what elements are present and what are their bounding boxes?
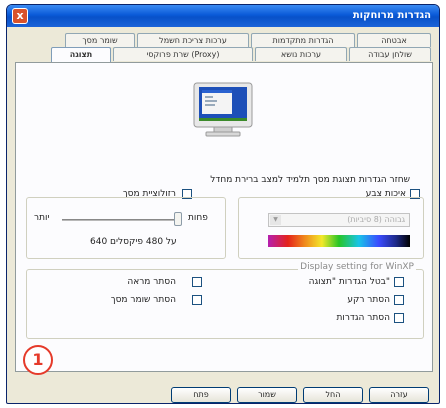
screen-resolution-group bbox=[26, 197, 226, 259]
hide-screensaver-label: הסתר שומר מסך bbox=[110, 295, 176, 305]
color-quality-select[interactable]: גבוהה (8 סיביות) ▼ bbox=[268, 213, 410, 227]
tabs-row-bottom: שולחן עבודה ערכות נושא שרת פרוקסי (Proxy… bbox=[15, 47, 431, 63]
step-annotation-badge: 1 bbox=[23, 345, 53, 375]
monitor-icon bbox=[193, 82, 253, 137]
chevron-down-icon: ▼ bbox=[270, 215, 281, 225]
winxp-settings-heading: Display setting for WinXP bbox=[298, 262, 416, 272]
close-icon[interactable]: x bbox=[12, 8, 28, 24]
hide-settings-checkbox[interactable] bbox=[394, 313, 404, 323]
resolution-slider-track[interactable] bbox=[62, 219, 182, 221]
tab-proxy-server[interactable]: שרת פרוקסי (Proxy) bbox=[113, 47, 253, 61]
apply-button[interactable]: החל bbox=[303, 387, 363, 403]
remote-settings-window: הגדרות מרוחקות x אבטחה הגדרות מתקדמות ער… bbox=[6, 4, 440, 404]
hide-background-checkbox[interactable] bbox=[394, 295, 404, 305]
open-button[interactable]: פתח bbox=[171, 387, 231, 403]
display-tab-panel: שחזר הגדרות תצוגת מסך תלמיד למצב ברירת מ… bbox=[15, 62, 433, 372]
disable-display-settings-label: בטל הגדרות "תצוגה" bbox=[308, 277, 390, 287]
hide-appearance-checkbox[interactable] bbox=[192, 277, 202, 287]
tab-desktop[interactable]: שולחן עבודה bbox=[349, 47, 431, 61]
less-label: פחות bbox=[188, 213, 208, 223]
hide-screensaver-checkbox[interactable] bbox=[192, 295, 202, 305]
color-quality-group bbox=[238, 197, 424, 259]
more-label: יותר bbox=[34, 213, 50, 223]
tab-power-schemes[interactable]: ערכות צריכת חשמל bbox=[137, 33, 249, 47]
hide-settings-label: הסתר הגדרות bbox=[336, 313, 390, 323]
hide-background-label: הסתר רקע bbox=[347, 295, 390, 305]
hide-appearance-label: הסתר מראה bbox=[127, 277, 176, 287]
tabs-row-top: אבטחה הגדרות מתקדמות ערכות צריכת חשמל שו… bbox=[15, 33, 431, 47]
tab-advanced-settings[interactable]: הגדרות מתקדמות bbox=[251, 33, 355, 47]
title-bar: הגדרות מרוחקות x bbox=[7, 5, 439, 27]
resolution-slider-thumb[interactable] bbox=[174, 212, 182, 226]
window-title: הגדרות מרוחקות bbox=[352, 10, 431, 21]
tab-security[interactable]: אבטחה bbox=[357, 33, 431, 47]
tab-screensaver[interactable]: שומר מסך bbox=[65, 33, 135, 47]
tab-display[interactable]: תצוגה bbox=[51, 47, 111, 63]
color-quality-value: גבוהה (8 סיביות) bbox=[347, 215, 405, 224]
save-button[interactable]: שמור bbox=[237, 387, 297, 403]
tab-themes[interactable]: ערכות נושא bbox=[255, 47, 347, 61]
help-button[interactable]: עזרה bbox=[369, 387, 429, 403]
reset-description: שחזר הגדרות תצוגת מסך תלמיד למצב ברירת מ… bbox=[210, 175, 410, 185]
color-spectrum-bar bbox=[268, 235, 410, 247]
resolution-value: 640 על 480 פיקסלים bbox=[90, 237, 177, 247]
disable-display-settings-checkbox[interactable] bbox=[394, 277, 404, 287]
